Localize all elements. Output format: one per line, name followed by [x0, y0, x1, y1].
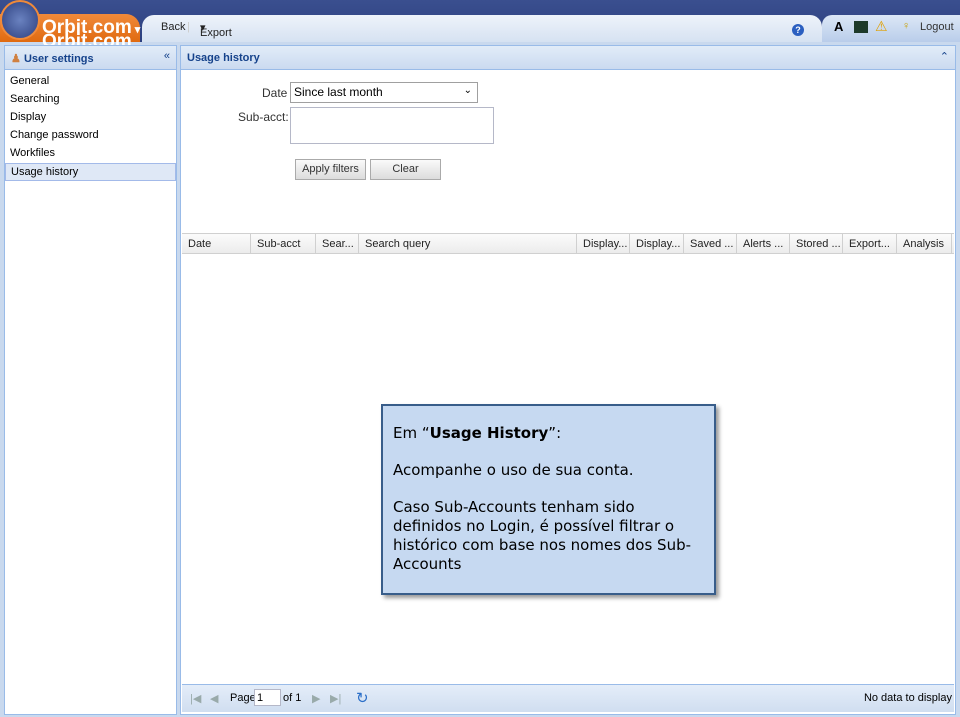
col-analysis[interactable]: Analysis: [897, 234, 952, 254]
col-alerts[interactable]: Alerts ...: [737, 234, 790, 254]
utility-toolbar: A ⚠ ♀ Logout: [822, 15, 960, 42]
col-display-2[interactable]: Display...: [630, 234, 684, 254]
callout-intro: Em: [393, 424, 422, 442]
col-search-query[interactable]: Search query: [359, 234, 577, 254]
page-input[interactable]: [254, 689, 281, 706]
logo-label[interactable]: Orbit.com ▾: [42, 17, 140, 39]
sidebar-title: User settings: [23, 53, 94, 65]
col-stored[interactable]: Stored ...: [790, 234, 843, 254]
nav-toolbar: Back | Export ▾: [142, 15, 822, 42]
font-size-icon[interactable]: A: [834, 19, 843, 34]
col-search[interactable]: Sear...: [316, 234, 359, 254]
console-icon[interactable]: [854, 21, 868, 33]
collapse-up-icon[interactable]: ⌃: [940, 50, 949, 63]
grid-header: Date Sub-acct Sear... Search query Displ…: [182, 233, 954, 254]
sidebar-item-general[interactable]: General: [5, 73, 176, 91]
callout-box: Em “Usage History”: Acompanhe o uso de s…: [381, 404, 716, 595]
sidebar: ♟ User settings « General Searching Disp…: [4, 45, 177, 715]
col-date[interactable]: Date: [182, 234, 251, 254]
clear-button[interactable]: Clear: [370, 159, 441, 180]
sidebar-item-usage-history[interactable]: Usage history: [5, 163, 176, 181]
export-menu[interactable]: Export ▾: [200, 21, 232, 39]
col-export[interactable]: Export...: [843, 234, 897, 254]
subacct-input[interactable]: [290, 107, 494, 144]
chevron-down-icon: ⌄: [463, 85, 472, 96]
page-count: of 1: [283, 692, 302, 704]
key-icon: ♀: [902, 20, 911, 32]
callout-suffix: :: [556, 424, 562, 442]
sidebar-item-display[interactable]: Display: [5, 109, 176, 127]
logout-link[interactable]: Logout: [920, 21, 954, 33]
sidebar-item-workfiles[interactable]: Workfiles: [5, 145, 176, 163]
separator: |: [187, 21, 190, 33]
last-page-icon[interactable]: ▶|: [330, 692, 341, 705]
refresh-icon[interactable]: ↻: [356, 689, 369, 707]
main-panel: Usage history ⌃: [180, 45, 956, 715]
page-label: Page: [230, 692, 256, 704]
callout-title: Usage History: [429, 424, 549, 442]
back-button[interactable]: Back: [161, 21, 185, 33]
first-page-icon[interactable]: |◀: [190, 692, 201, 705]
prev-page-icon[interactable]: ◀: [210, 692, 218, 705]
help-icon[interactable]: ?: [792, 24, 804, 36]
callout-line2: Caso Sub-Accounts tenham sido definidos …: [393, 498, 692, 573]
sidebar-item-searching[interactable]: Searching: [5, 91, 176, 109]
next-page-icon[interactable]: ▶: [312, 692, 320, 705]
apply-filters-button[interactable]: Apply filters: [295, 159, 366, 180]
main-header: Usage history ⌃: [181, 46, 955, 70]
date-select-value: Since last month: [294, 85, 383, 99]
paging-toolbar: |◀ ◀ Page of 1 ▶ ▶| ↻ No data to display: [182, 684, 954, 712]
export-label: Export: [200, 27, 232, 39]
col-display-1[interactable]: Display...: [577, 234, 630, 254]
orbit-logo-icon: [0, 0, 40, 40]
col-sub-acct[interactable]: Sub-acct: [251, 234, 316, 254]
date-select[interactable]: Since last month ⌄: [290, 82, 478, 103]
date-label: Date: [262, 86, 288, 100]
callout-heading: Em “Usage History”:: [393, 424, 562, 442]
warning-icon[interactable]: ⚠: [875, 18, 888, 35]
subacct-label: Sub-acct:: [238, 110, 289, 124]
callout-line1: Acompanhe o uso de sua conta.: [393, 461, 634, 479]
main-title: Usage history: [187, 52, 260, 64]
sidebar-header: ♟ User settings «: [5, 46, 176, 70]
col-saved[interactable]: Saved ...: [684, 234, 737, 254]
paging-status: No data to display: [863, 692, 952, 704]
sidebar-item-change-password[interactable]: Change password: [5, 127, 176, 145]
collapse-icon[interactable]: «: [164, 50, 170, 62]
logo-label-text: Orbit.com: [42, 17, 132, 38]
